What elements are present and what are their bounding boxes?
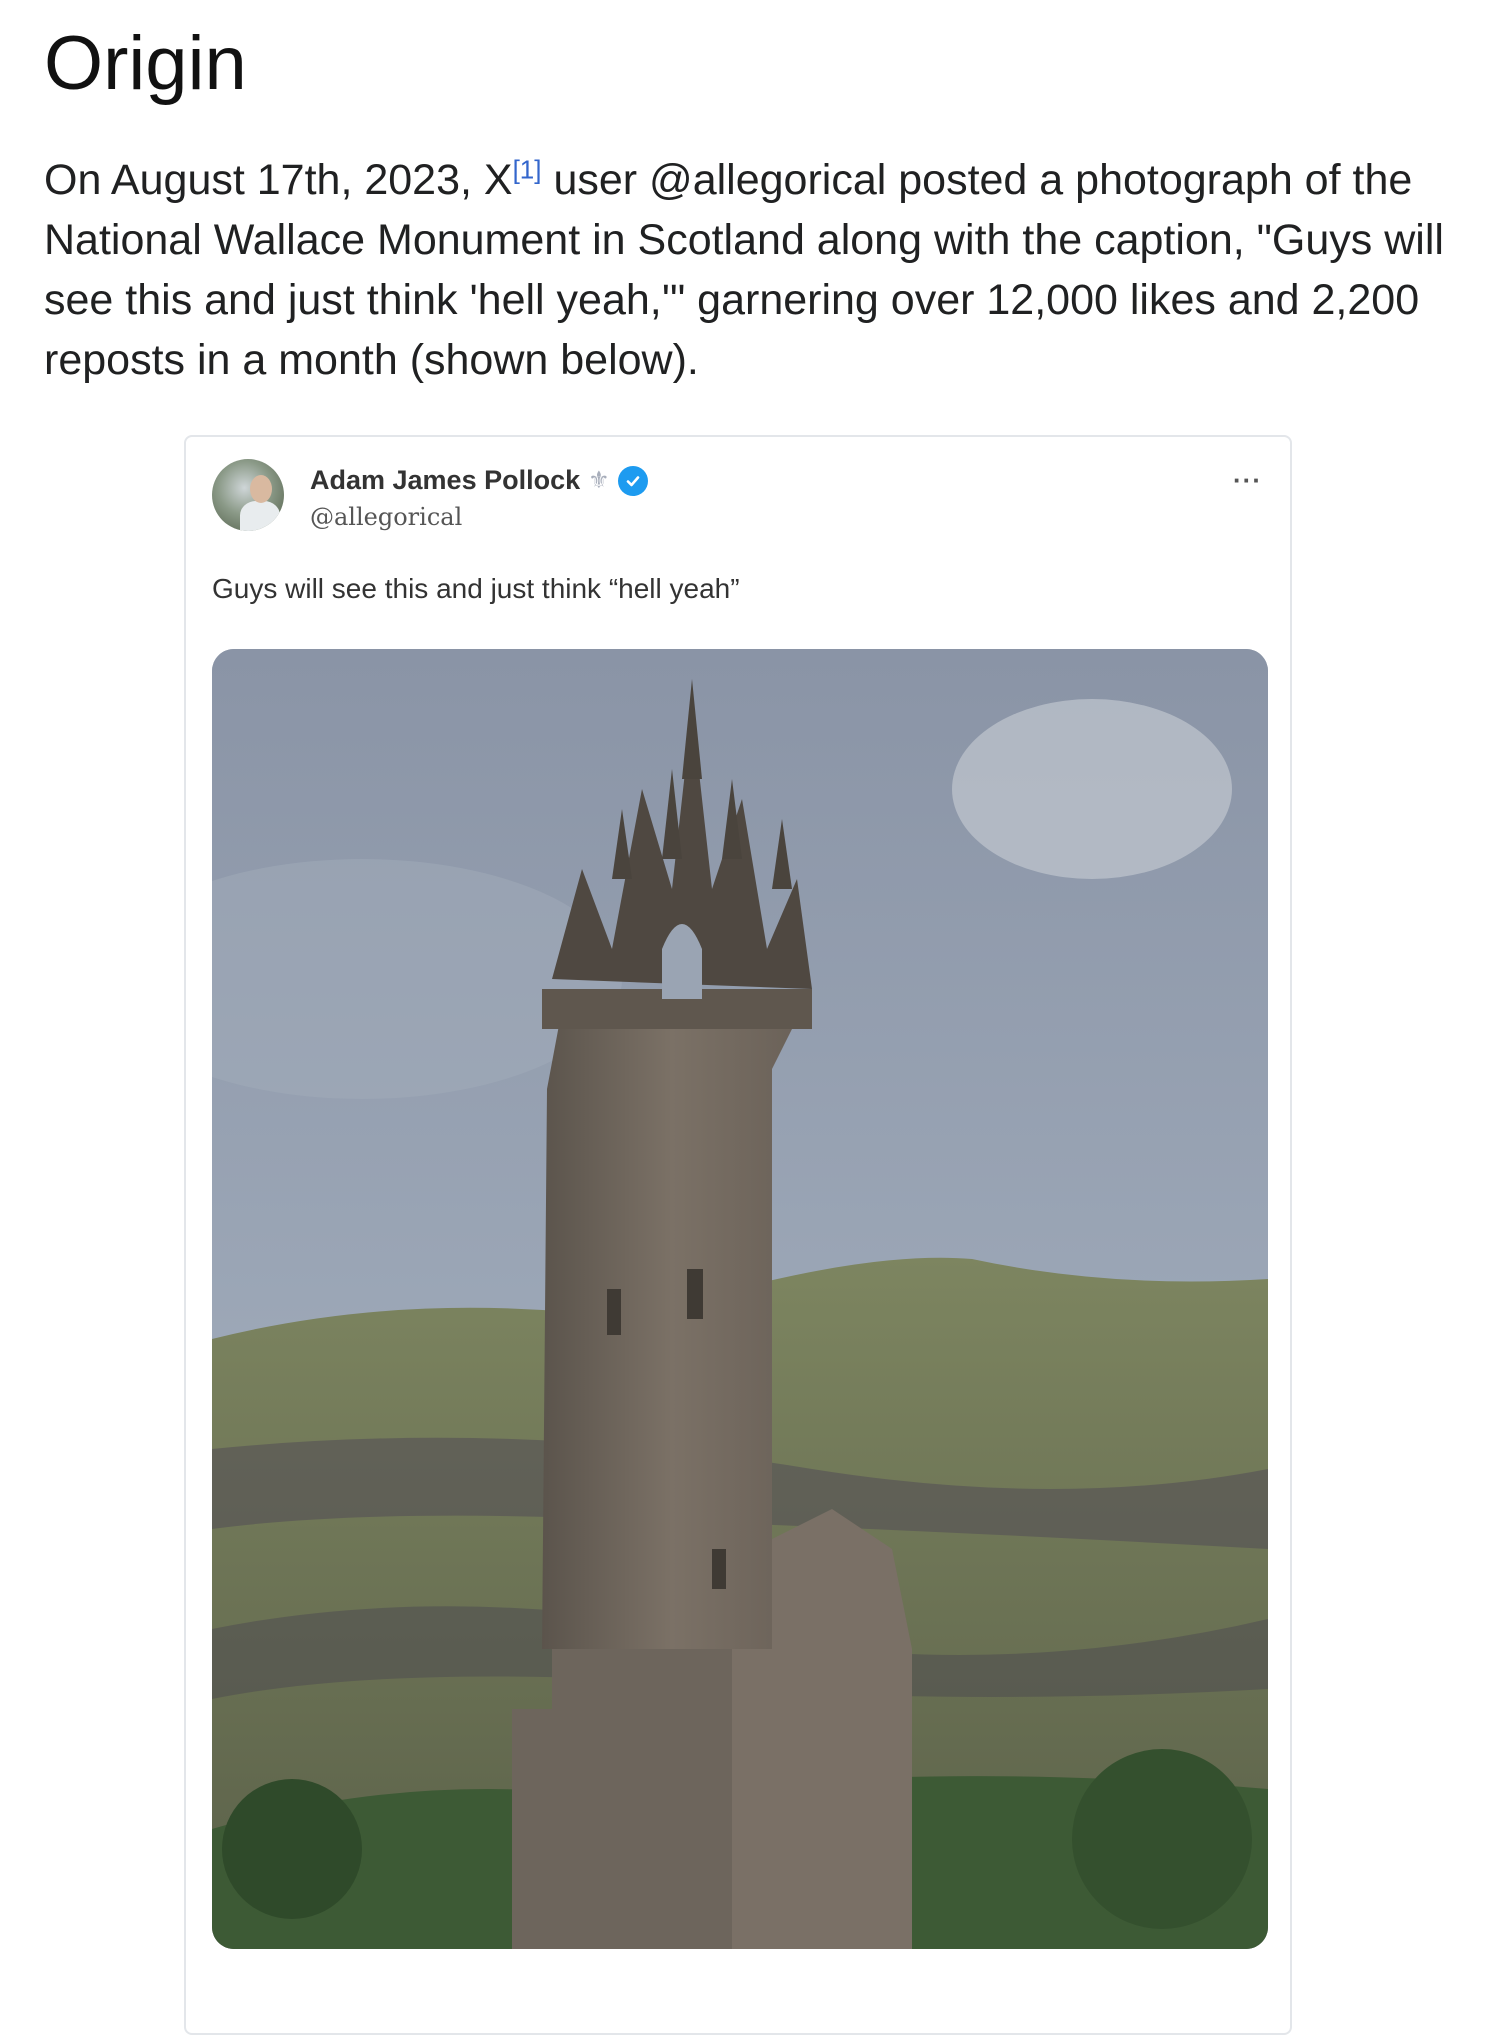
fleur-de-lis-icon: ⚜ <box>588 467 610 494</box>
citation: [1] <box>513 155 542 185</box>
tweet-handle[interactable]: @allegorical <box>310 503 462 531</box>
tweet-author[interactable]: Adam James Pollock ⚜ <box>310 465 648 496</box>
tower-photo-icon <box>212 649 1268 1949</box>
tweet-photo[interactable] <box>212 649 1268 1949</box>
citation-link[interactable]: [1] <box>513 155 542 185</box>
avatar[interactable] <box>212 459 284 531</box>
more-options-icon[interactable]: ··· <box>1233 465 1262 496</box>
section-heading: Origin <box>44 21 247 106</box>
paragraph-text-start: On August 17th, 2023, X <box>44 156 513 204</box>
embedded-tweet: Adam James Pollock ⚜ @allegorical ··· Gu… <box>184 435 1292 2035</box>
display-name: Adam James Pollock <box>310 465 581 495</box>
verified-badge-icon <box>617 465 648 496</box>
origin-paragraph: On August 17th, 2023, X[1] user @allegor… <box>44 150 1444 390</box>
tweet-text: Guys will see this and just think “hell … <box>212 573 740 604</box>
